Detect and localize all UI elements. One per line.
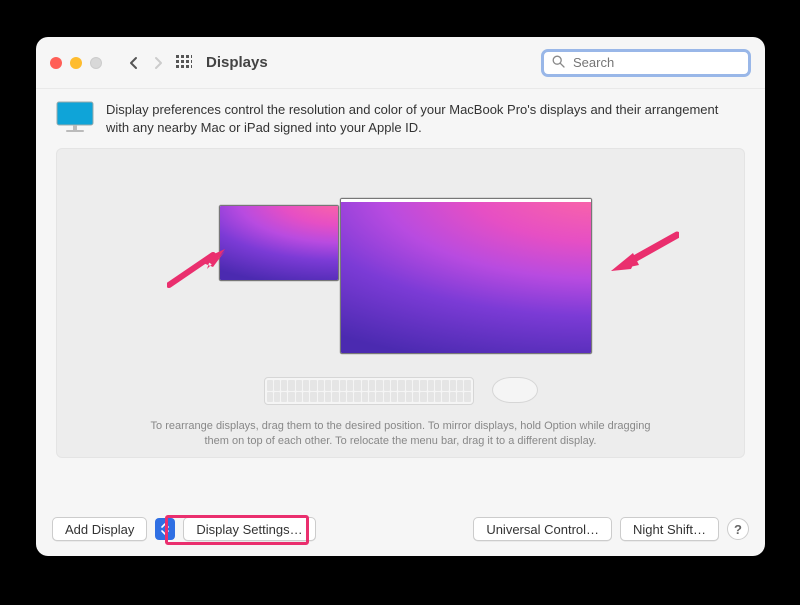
help-button[interactable]: ?	[727, 518, 749, 540]
secondary-display[interactable]	[219, 205, 339, 281]
toolbar: Displays	[36, 37, 765, 89]
forward-button	[146, 51, 170, 75]
window-controls	[50, 57, 102, 69]
mouse-graphic	[492, 377, 538, 403]
footer-toolbar: Add Display Display Settings… Universal …	[36, 502, 765, 556]
button-label: Universal Control…	[486, 522, 599, 537]
search-input[interactable]	[571, 54, 751, 71]
minimize-window-button[interactable]	[70, 57, 82, 69]
display-icon	[56, 101, 94, 135]
button-label: Display Settings…	[196, 522, 302, 537]
search-field[interactable]	[541, 49, 751, 77]
universal-control-button[interactable]: Universal Control…	[473, 517, 612, 541]
description-text: Display preferences control the resoluti…	[106, 101, 745, 136]
night-shift-button[interactable]: Night Shift…	[620, 517, 719, 541]
grid-icon	[176, 55, 192, 71]
add-display-button[interactable]: Add Display	[52, 517, 147, 541]
page-title: Displays	[206, 54, 268, 71]
input-devices-graphic	[57, 377, 744, 405]
chevron-left-icon	[129, 56, 139, 70]
arrangement-help-text: To rearrange displays, drag them to the …	[57, 419, 744, 449]
arrangement-area: To rearrange displays, drag them to the …	[56, 148, 745, 458]
button-label: Night Shift…	[633, 522, 706, 537]
annotation-arrow-right	[609, 229, 679, 273]
help-icon: ?	[734, 522, 742, 537]
content-area: Display preferences control the resoluti…	[36, 89, 765, 458]
back-button[interactable]	[122, 51, 146, 75]
keyboard-graphic	[264, 377, 474, 405]
show-all-button[interactable]	[174, 53, 194, 73]
description-row: Display preferences control the resoluti…	[56, 101, 745, 136]
button-label: Add Display	[65, 522, 134, 537]
zoom-window-button	[90, 57, 102, 69]
display-wallpaper	[341, 202, 591, 354]
chevron-up-down-icon	[160, 522, 170, 536]
preferences-window: Displays Display preferences control the…	[36, 37, 765, 556]
annotation-arrow-left	[167, 249, 227, 289]
chevron-right-icon	[153, 56, 163, 70]
primary-display[interactable]	[340, 198, 592, 354]
add-display-popup[interactable]	[155, 518, 175, 540]
display-settings-button[interactable]: Display Settings…	[183, 517, 315, 541]
close-window-button[interactable]	[50, 57, 62, 69]
search-icon	[552, 55, 565, 71]
display-wallpaper	[220, 206, 338, 280]
